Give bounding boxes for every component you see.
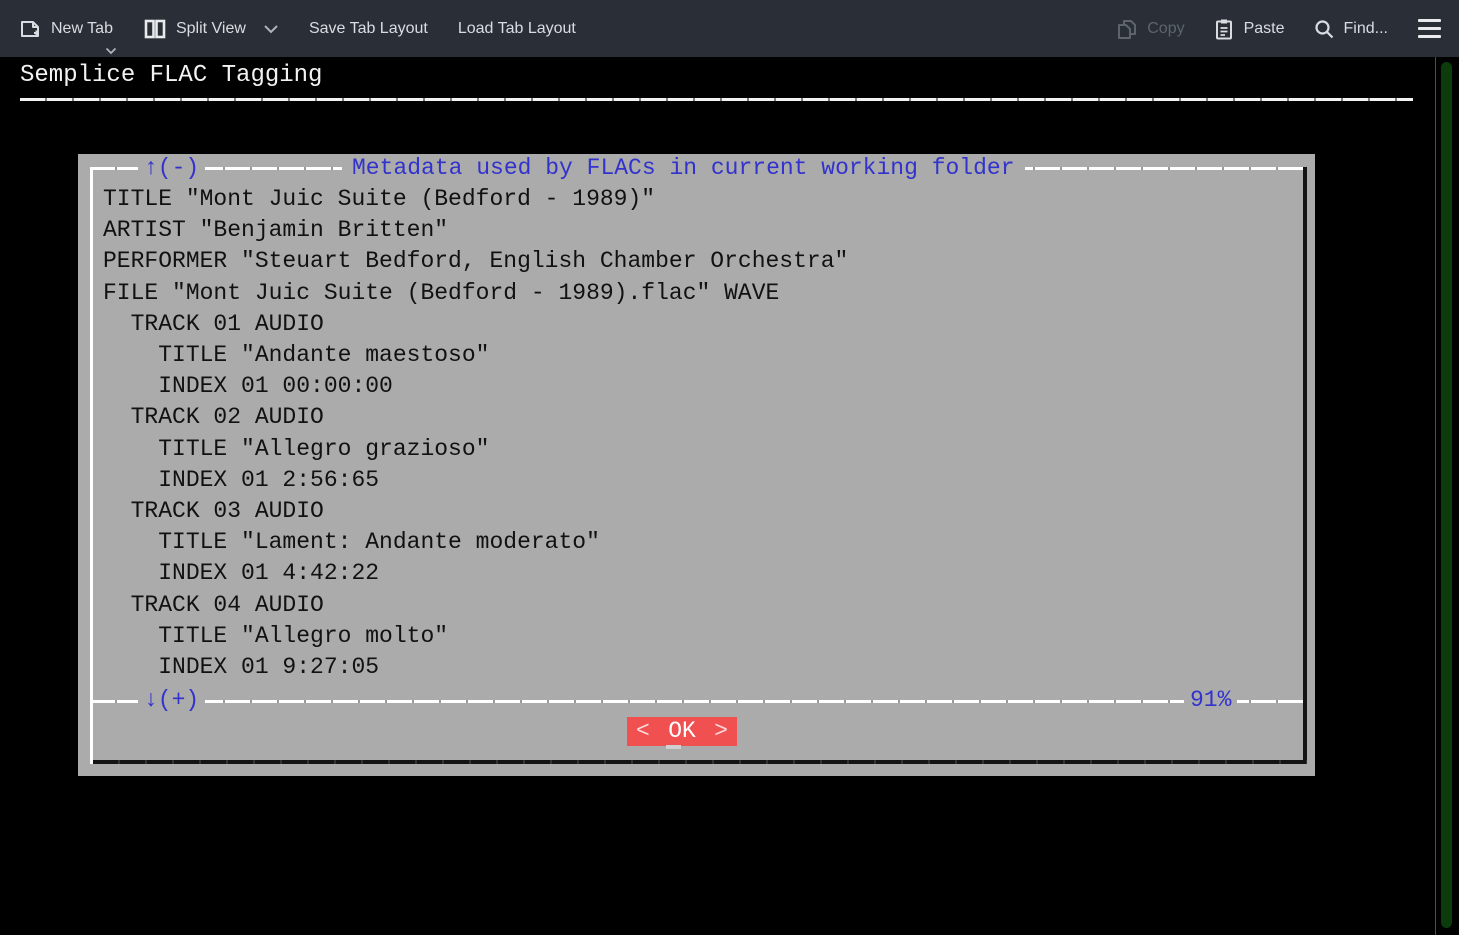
screen: New Tab Split View — [0, 0, 1459, 935]
dialog-right-border — [1303, 167, 1307, 764]
split-view-label: Split View — [176, 20, 246, 38]
split-view-chevron-down-icon[interactable] — [263, 24, 279, 34]
search-icon — [1313, 18, 1335, 40]
dialog-bottom-left-corner — [90, 760, 93, 764]
toolbar-right-group: Copy Paste — [1116, 15, 1459, 42]
terminal-title-rule — [20, 98, 1413, 101]
save-tab-layout-button[interactable]: Save Tab Layout — [309, 20, 428, 38]
terminal-pane[interactable]: Semplice FLAC Tagging ↑(-) Metadata used… — [0, 57, 1459, 935]
toolbar: New Tab Split View — [0, 0, 1459, 57]
copy-label: Copy — [1147, 20, 1184, 38]
scroll-down-indicator: ↓(+) — [138, 686, 205, 714]
find-button[interactable]: Find... — [1313, 18, 1388, 40]
pane-separator — [1435, 57, 1436, 935]
scroll-percentage: 91% — [1184, 686, 1237, 714]
terminal-title: Semplice FLAC Tagging — [20, 62, 322, 89]
new-tab-button[interactable]: New Tab — [18, 17, 113, 41]
new-tab-label: New Tab — [51, 20, 113, 38]
split-view-icon — [143, 17, 167, 41]
load-tab-layout-label: Load Tab Layout — [458, 20, 576, 38]
metadata-dialog: ↑(-) Metadata used by FLACs in current w… — [78, 154, 1315, 776]
ok-left-bracket: < — [636, 717, 650, 746]
paste-icon — [1213, 18, 1235, 40]
paste-label: Paste — [1244, 20, 1285, 38]
ok-right-bracket: > — [714, 717, 728, 746]
load-tab-layout-button[interactable]: Load Tab Layout — [458, 20, 576, 38]
dialog-left-border — [90, 167, 93, 764]
paste-button[interactable]: Paste — [1213, 18, 1285, 40]
new-tab-chevron-down-icon[interactable] — [105, 47, 117, 55]
copy-icon — [1116, 18, 1138, 40]
ok-button[interactable]: < OK > — [627, 717, 737, 746]
find-label: Find... — [1344, 20, 1388, 38]
terminal-cursor — [666, 745, 681, 749]
toolbar-left-group: New Tab Split View — [0, 17, 576, 41]
new-tab-icon — [18, 17, 42, 41]
split-view-button[interactable]: Split View — [143, 17, 279, 41]
scroll-up-indicator: ↑(-) — [138, 154, 205, 182]
save-tab-layout-label: Save Tab Layout — [309, 20, 428, 38]
copy-button[interactable]: Copy — [1116, 18, 1184, 40]
dialog-footer-separator — [90, 700, 1303, 703]
terminal-scrollbar[interactable] — [1441, 62, 1452, 928]
dialog-title: Metadata used by FLACs in current workin… — [342, 154, 1025, 182]
dialog-bottom-border — [93, 760, 1307, 764]
ok-button-label: OK — [668, 717, 696, 746]
menu-hamburger-icon[interactable] — [1416, 15, 1443, 42]
cue-metadata-text: TITLE "Mont Juic Suite (Bedford - 1989)"… — [103, 184, 848, 683]
